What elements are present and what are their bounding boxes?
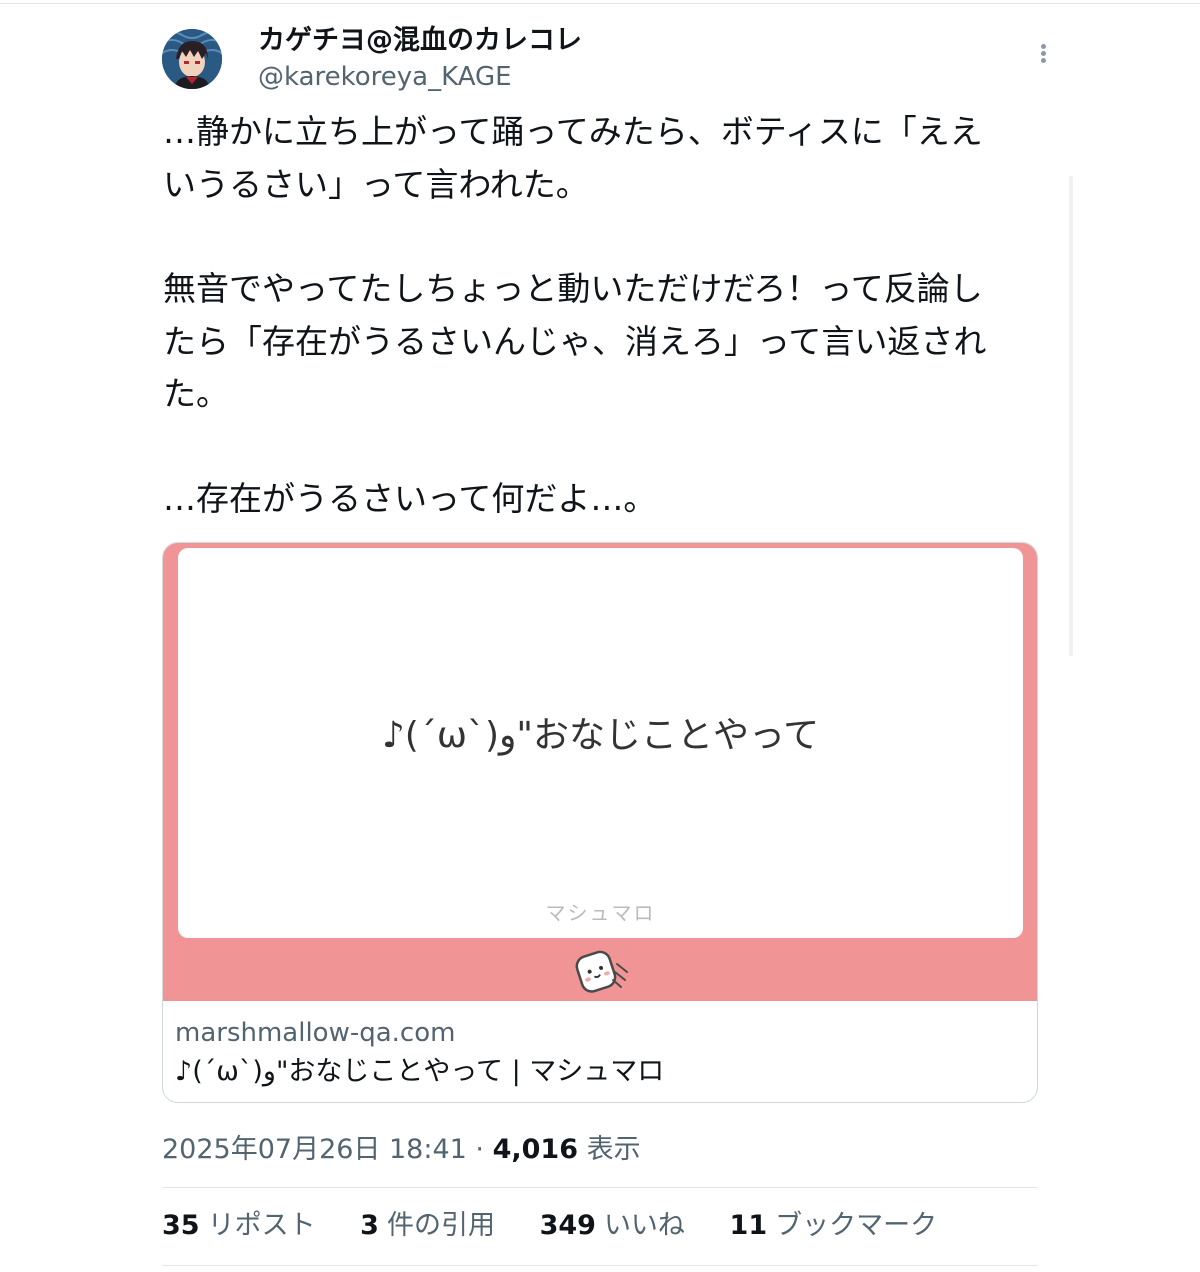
- tweet-text: …静かに立ち上がって踊ってみたら、ボティスに「ええ いうるさい」って言われた。 …: [163, 106, 1043, 525]
- views-count: 4,016: [492, 1134, 578, 1165]
- card-media[interactable]: ♪(´ω`)و"おなじことやって マシュマロ: [163, 543, 1037, 1001]
- author-handle[interactable]: @karekoreya_KAGE: [258, 62, 512, 92]
- stat-label: いいね: [603, 1210, 685, 1241]
- card-watermark: マシュマロ: [545, 901, 656, 925]
- avatar-image: [162, 29, 222, 89]
- more-options-icon[interactable]: [1028, 40, 1058, 66]
- card-title: ♪(´ω`)و"おなじことやって | マシュマロ: [175, 1056, 665, 1087]
- stat-label: リポスト: [207, 1210, 316, 1241]
- tweet-paragraph: …静かに立ち上がって踊ってみたら、ボティスに「ええ いうるさい」って言われた。: [163, 112, 983, 204]
- link-card[interactable]: ♪(´ω`)و"おなじことやって マシュマロ marshmallow-qa.co…: [162, 542, 1038, 1103]
- divider: [162, 1265, 1038, 1266]
- author-display-name[interactable]: カゲチヨ@混血のカレコレ: [258, 24, 582, 58]
- card-question-box: ♪(´ω`)و"おなじことやって マシュマロ: [178, 548, 1023, 938]
- card-domain: marshmallow-qa.com: [175, 1018, 456, 1048]
- stat-label: 件の引用: [386, 1210, 495, 1241]
- engagement-stats: 35 リポスト 3 件の引用 349 いいね 11 ブックマーク: [162, 1208, 973, 1244]
- top-border: [0, 3, 1200, 4]
- stat-count: 349: [539, 1210, 596, 1241]
- card-question-text: ♪(´ω`)و"おなじことやって: [381, 715, 820, 756]
- stat-likes[interactable]: 349 いいね: [540, 1208, 685, 1244]
- stat-quotes[interactable]: 3 件の引用: [360, 1208, 495, 1244]
- stat-count: 11: [729, 1210, 768, 1241]
- user-avatar[interactable]: [162, 29, 222, 89]
- scrollbar[interactable]: [1069, 176, 1073, 656]
- marshmallow-mascot-icon: [575, 950, 628, 993]
- stat-reposts[interactable]: 35 リポスト: [162, 1208, 316, 1244]
- meta-separator: ·: [466, 1134, 493, 1165]
- stat-count: 3: [360, 1210, 379, 1241]
- stat-label: ブックマーク: [775, 1210, 938, 1241]
- tweet-meta: 2025年07月26日 18:41 · 4,016 表示: [162, 1132, 641, 1168]
- tweet-paragraph: …存在がうるさいって何だよ…。: [163, 478, 657, 518]
- views-label: 表示: [577, 1134, 641, 1165]
- divider: [162, 1187, 1038, 1188]
- tweet-timestamp[interactable]: 2025年07月26日 18:41: [162, 1134, 467, 1165]
- stat-count: 35: [162, 1210, 200, 1241]
- stat-bookmarks[interactable]: 11 ブックマーク: [730, 1208, 938, 1244]
- tweet-paragraph: 無音でやってたしちょっと動いただけだろ！って反論し たら「存在がうるさいんじゃ、…: [163, 269, 987, 413]
